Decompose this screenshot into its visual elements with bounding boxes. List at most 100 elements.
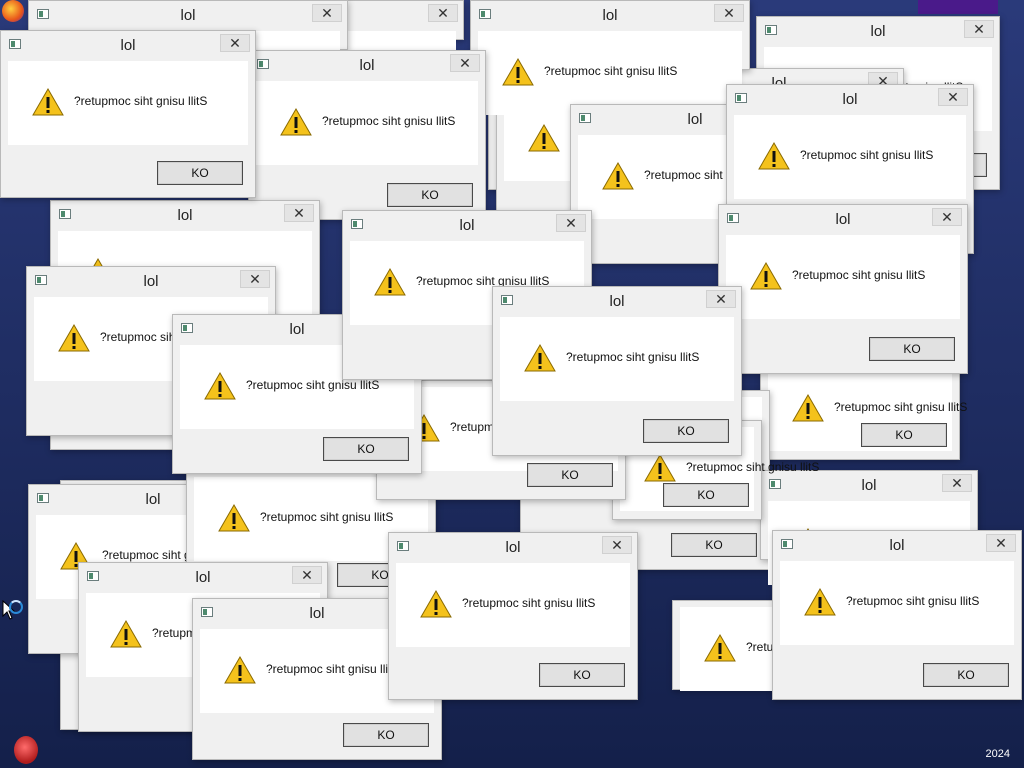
desktop: lol ✕ ?retupmoc siht gnisu llitS KO lol ✕ ?ret… xyxy=(0,0,1024,768)
browser-icon xyxy=(2,0,24,22)
dialog-title: lol xyxy=(835,211,851,228)
dialog-message: ?retupmoc siht gnisu llitS xyxy=(74,94,208,108)
ok-button[interactable]: KO xyxy=(527,463,613,487)
close-button[interactable]: ✕ xyxy=(292,566,322,584)
warning-icon xyxy=(218,503,250,532)
dialog-title: lol xyxy=(505,539,521,556)
gift-icon xyxy=(14,736,38,764)
warning-icon xyxy=(524,343,556,372)
ok-button[interactable]: KO xyxy=(157,161,243,185)
warning-icon xyxy=(528,123,560,152)
dialog-message: ?retupmoc siht gnisu llitS xyxy=(266,662,400,676)
dialog-titlebar[interactable]: lol ✕ xyxy=(1,31,255,59)
dialog-titlebar[interactable]: lol ✕ xyxy=(719,205,967,233)
dialog-content: ?retupmoc siht gnisu llitS xyxy=(780,561,1014,645)
desktop-item-purple xyxy=(918,0,998,14)
dialog-message: ?retupmoc siht gnisu llitS xyxy=(566,350,700,364)
alert-dialog[interactable]: lol ✕ ?retupmoc siht gnisu llitS KO xyxy=(388,532,638,700)
close-button[interactable]: ✕ xyxy=(942,474,972,492)
warning-icon xyxy=(374,267,406,296)
dialog-message: ?retupmoc siht gnisu llitS xyxy=(846,594,980,608)
close-button[interactable]: ✕ xyxy=(240,270,270,288)
warning-icon xyxy=(704,633,736,662)
dialog-titlebar[interactable]: lol ✕ xyxy=(757,17,999,45)
dialog-titlebar[interactable]: lol✕ xyxy=(51,201,319,229)
dialog-title: lol xyxy=(609,293,625,310)
ok-button[interactable]: KO xyxy=(861,423,947,447)
dialog-title: lol xyxy=(195,569,211,586)
ok-button[interactable]: KO xyxy=(923,663,1009,687)
ok-button[interactable]: KO xyxy=(869,337,955,361)
dialog-message: ?retupmoc siht gnisu llitS xyxy=(246,378,380,392)
alert-dialog[interactable]: lol ✕ ?retupmoc siht gnisu llitS KO xyxy=(772,530,1022,700)
dialog-title: lol xyxy=(602,7,618,24)
close-button[interactable]: ✕ xyxy=(964,20,994,38)
dialog-titlebar[interactable]: lol ✕ xyxy=(773,531,1021,559)
dialog-titlebar[interactable]: lol ✕ xyxy=(343,211,591,239)
dialog-titlebar[interactable]: lol ✕ xyxy=(389,533,637,561)
dialog-titlebar[interactable]: lol ✕ xyxy=(727,85,973,113)
dialog-title: lol xyxy=(459,217,475,234)
dialog-message: ?retupmoc siht gnisu llitS xyxy=(260,510,394,524)
dialog-message: ?retupmoc siht gnisu llitS xyxy=(800,148,934,162)
dialog-title: lol xyxy=(870,23,886,40)
close-button[interactable]: ✕ xyxy=(932,208,962,226)
dialog-titlebar[interactable]: lol ✕ xyxy=(471,1,749,29)
taskbar-clock-year: 2024 xyxy=(985,748,1010,760)
close-button[interactable]: ✕ xyxy=(312,4,342,22)
close-button[interactable]: ✕ xyxy=(706,290,736,308)
warning-icon xyxy=(58,323,90,352)
dialog-content: ?retupmoc siht gnisu llitS xyxy=(500,317,734,401)
dialog-title: lol xyxy=(120,37,136,54)
dialog-titlebar[interactable]: lol ✕ xyxy=(27,267,275,295)
warning-icon xyxy=(280,107,312,136)
dialog-titlebar[interactable]: lol ✕ xyxy=(29,1,347,29)
dialog-titlebar[interactable]: lol✕ xyxy=(761,471,977,499)
ok-button[interactable]: KO xyxy=(323,437,409,461)
warning-icon xyxy=(644,453,676,482)
dialog-titlebar[interactable]: lol✕ xyxy=(249,51,485,79)
warning-icon xyxy=(792,393,824,422)
warning-icon xyxy=(420,589,452,618)
close-button[interactable]: ✕ xyxy=(986,534,1016,552)
close-button[interactable]: ✕ xyxy=(556,214,586,232)
dialog-title: lol xyxy=(143,273,159,290)
warning-icon xyxy=(204,371,236,400)
alert-dialog[interactable]: lol ✕ ?retupmoc siht gnisu llitS KO xyxy=(492,286,742,456)
dialog-title: lol xyxy=(180,7,196,24)
warning-icon xyxy=(502,57,534,86)
dialog-message: ?retupmoc siht gnisu llitS xyxy=(544,64,678,78)
warning-icon xyxy=(32,87,64,116)
close-button[interactable]: ✕ xyxy=(714,4,744,22)
warning-icon xyxy=(602,161,634,190)
ok-button[interactable]: KO xyxy=(343,723,429,747)
alert-dialog[interactable]: lol✕ ?retupmoc siht gnisu llitS KO xyxy=(248,50,486,220)
dialog-message: ?retupmoc siht gnisu llitS xyxy=(322,114,456,128)
alert-dialog[interactable]: lol ✕ ?retupmoc siht gnisu llitS xyxy=(470,0,750,115)
close-button[interactable]: ✕ xyxy=(428,4,458,22)
close-button[interactable]: ✕ xyxy=(938,88,968,106)
dialog-content: ?retupmoc siht gnisu llitS xyxy=(396,563,630,647)
ok-button[interactable]: KO xyxy=(663,483,749,507)
warning-icon xyxy=(110,619,142,648)
dialog-content: ?retupmoc siht gnisu llitS xyxy=(8,61,248,145)
ok-button[interactable]: KO xyxy=(539,663,625,687)
dialog-message: ?retupmoc siht gnisu llitS xyxy=(792,268,926,282)
close-button[interactable]: ✕ xyxy=(602,536,632,554)
dialog-title: lol xyxy=(842,91,858,108)
close-button[interactable]: ✕ xyxy=(220,34,250,52)
warning-icon xyxy=(750,261,782,290)
ok-button[interactable]: KO xyxy=(671,533,757,557)
alert-dialog[interactable]: ?retupmoc siht gnisu llitS KO xyxy=(760,360,967,460)
dialog-titlebar[interactable]: lol ✕ xyxy=(79,563,327,591)
alert-dialog[interactable]: lol ✕ ?retupmoc siht gnisu llitS KO xyxy=(718,204,968,374)
dialog-content: ?retupmoc siht gnisu llitS xyxy=(734,115,966,199)
close-button[interactable]: ✕ xyxy=(284,204,314,222)
alert-dialog[interactable]: lol ✕ ?retupmoc siht gnisu llitS KO xyxy=(0,30,256,198)
dialog-titlebar[interactable]: lol ✕ xyxy=(493,287,741,315)
dialog-title: lol xyxy=(889,537,905,554)
ok-button[interactable]: KO xyxy=(387,183,473,207)
dialog-message: ?retupmoc siht gnisu llitS xyxy=(686,460,820,474)
close-button[interactable]: ✕ xyxy=(450,54,480,72)
ok-button[interactable]: KO xyxy=(643,419,729,443)
